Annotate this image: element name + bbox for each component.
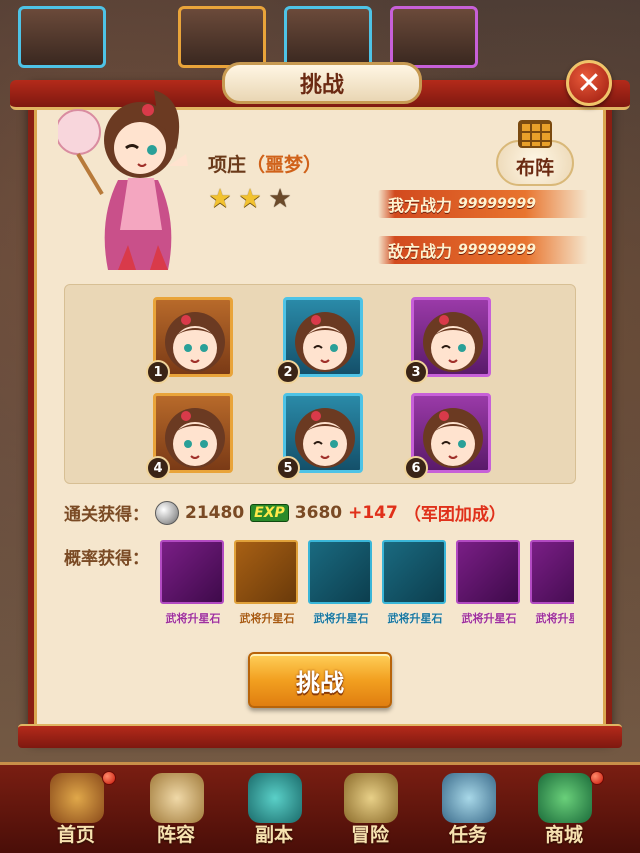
formation-button[interactable]: 布阵	[496, 120, 574, 186]
clear-reward-label: 通关获得：	[64, 505, 149, 525]
drop-icon	[308, 540, 372, 604]
team-slot[interactable]: 6	[404, 393, 491, 480]
slot-number: 5	[276, 456, 300, 480]
top-hero-slot[interactable]	[178, 6, 266, 68]
nav-label: 任务	[448, 824, 487, 846]
my-power-row: 我方战力 99999999	[378, 190, 588, 218]
drop-name: 武将升星石	[387, 612, 443, 625]
bottom-nav: 首页 阵容 副本 冒险 任务 商城	[0, 762, 640, 853]
drop-name: 武将升星石	[313, 612, 369, 625]
drop-item[interactable]: 武将升星石	[456, 540, 522, 626]
hero-avatar	[416, 398, 486, 468]
slot-number: 1	[146, 360, 170, 384]
team-slot[interactable]: 1	[146, 297, 233, 384]
star-icon: ★	[268, 184, 292, 214]
hero-difficulty: （噩梦）	[246, 154, 323, 176]
star-icon: ★	[238, 184, 262, 214]
hero-avatar	[288, 398, 358, 468]
close-button[interactable]: ✕	[566, 60, 612, 106]
top-hero-slot[interactable]	[284, 6, 372, 68]
lineup-icon	[150, 773, 204, 823]
quest-icon	[442, 773, 496, 823]
drop-item[interactable]: 武将升星石	[160, 540, 226, 626]
drop-name: 武将升星石	[165, 612, 221, 625]
team-formation-panel: 1 2 3 4 5 6	[64, 284, 576, 484]
dungeon-icon	[248, 773, 302, 823]
top-hero-slot[interactable]	[390, 6, 478, 68]
dialog-bottom-bar	[18, 724, 622, 748]
nav-adventure[interactable]: 冒险	[326, 773, 414, 853]
clear-reward-row: 通关获得： 21480 EXP 3680 +147 （军团加成）	[64, 500, 506, 525]
nav-label: 副本	[254, 824, 293, 846]
slot-number: 2	[276, 360, 300, 384]
team-slot[interactable]: 2	[276, 297, 363, 384]
nav-label: 商城	[544, 824, 583, 846]
drop-name: 武将升星石	[239, 612, 295, 625]
nav-label: 阵容	[156, 824, 195, 846]
drop-icon	[234, 540, 298, 604]
hero-name-text: 项庄	[208, 154, 247, 176]
star-rating: ★ ★ ★	[206, 184, 294, 214]
team-slot[interactable]: 5	[276, 393, 363, 480]
drop-item[interactable]: 武将升星石	[308, 540, 374, 626]
drop-item[interactable]: 武将升星石	[234, 540, 300, 626]
nav-quest[interactable]: 任务	[424, 773, 512, 853]
my-power-label: 我方战力	[388, 196, 453, 215]
drop-item[interactable]: 武将升星石	[530, 540, 574, 626]
exp-amount: 3680	[294, 502, 343, 523]
notification-dot	[102, 771, 116, 785]
hero-avatar	[416, 302, 486, 372]
adventure-icon	[344, 773, 398, 823]
exp-icon: EXP	[250, 503, 289, 522]
silver-amount: 21480	[185, 502, 245, 523]
chessboard-icon	[518, 120, 552, 148]
star-icon: ★	[208, 184, 232, 214]
nav-label: 冒险	[350, 824, 389, 846]
slot-number: 6	[404, 456, 428, 480]
drop-name: 武将升星石	[535, 612, 575, 625]
close-icon: ✕	[576, 65, 602, 101]
drop-list: 武将升星石 武将升星石 武将升星石 武将升星石 武将升星石 武将升星石	[160, 540, 574, 636]
top-hero-slot[interactable]	[18, 6, 106, 68]
shop-icon	[538, 773, 592, 823]
team-slot[interactable]: 3	[404, 297, 491, 384]
challenge-button[interactable]: 挑战	[248, 652, 392, 708]
drop-icon	[456, 540, 520, 604]
enemy-power-row: 敌方战力 99999999	[378, 236, 588, 264]
slot-number: 3	[404, 360, 428, 384]
challenge-dialog: 挑战 ✕ 项庄（噩梦） ★ ★ ★ 布阵 我方战力 99999999 敌方战力 …	[10, 60, 630, 750]
drop-item[interactable]: 武将升星石	[382, 540, 448, 626]
hero-portrait	[55, 70, 208, 280]
nav-label: 首页	[56, 824, 95, 846]
nav-home[interactable]: 首页	[32, 771, 120, 853]
slot-number: 4	[146, 456, 170, 480]
dialog-title: 挑战	[222, 62, 422, 104]
enemy-power-label: 敌方战力	[388, 242, 453, 261]
enemy-power-value: 99999999	[458, 242, 536, 258]
team-slot[interactable]: 4	[146, 393, 233, 480]
hero-avatar	[158, 398, 228, 468]
hero-avatar	[158, 302, 228, 372]
drop-icon	[382, 540, 446, 604]
drop-icon	[530, 540, 574, 604]
chance-reward-label: 概率获得：	[64, 549, 149, 569]
exp-bonus: +147	[348, 502, 398, 523]
drop-name: 武将升星石	[461, 612, 517, 625]
hero-name: 项庄（噩梦）	[208, 150, 322, 177]
nav-shop[interactable]: 商城	[520, 771, 608, 853]
drop-icon	[160, 540, 224, 604]
hero-avatar	[288, 302, 358, 372]
home-icon	[50, 773, 104, 823]
silver-coin-icon	[155, 500, 179, 525]
my-power-value: 99999999	[458, 196, 536, 212]
nav-lineup[interactable]: 阵容	[132, 773, 220, 853]
exp-bonus-note: （军团加成）	[403, 505, 506, 525]
nav-dungeon[interactable]: 副本	[230, 773, 318, 853]
notification-dot	[590, 771, 604, 785]
